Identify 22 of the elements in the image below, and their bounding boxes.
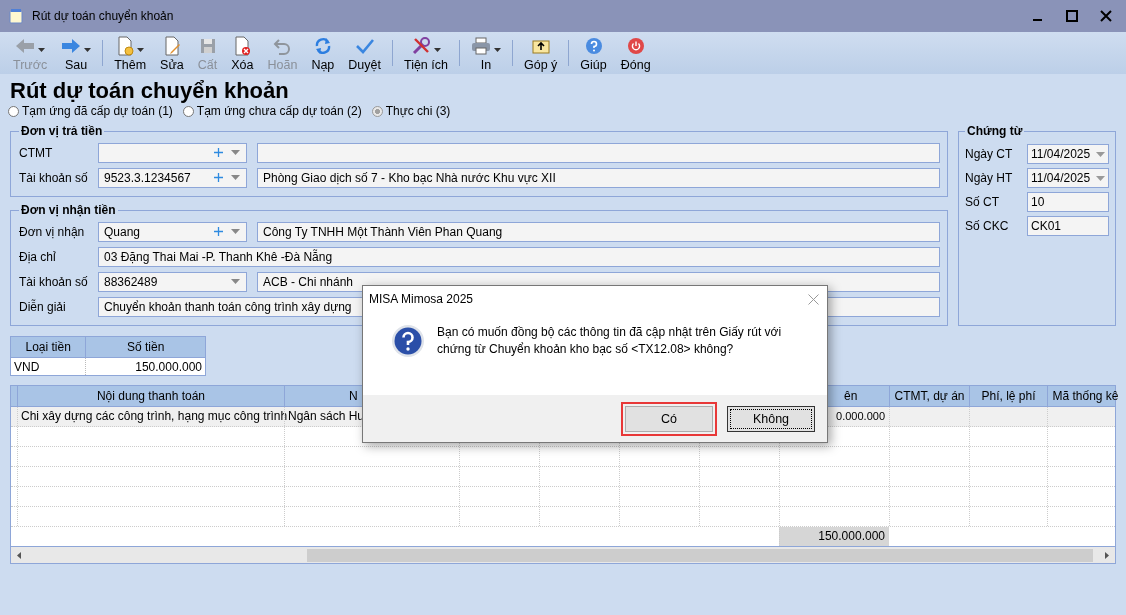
dialog-message: Bạn có muốn đồng bộ các thông tin đã cập nhật trên Giấy rút với chứng từ Chuyển khoản kho bạc số <TX12.08> không? xyxy=(437,324,783,358)
field-label: Ngày CT xyxy=(965,147,1014,161)
dialog-title: MISA Mimosa 2025 xyxy=(369,292,474,306)
field-label: Địa chỉ xyxy=(19,249,57,264)
table-cell: VND xyxy=(10,357,86,376)
total-cell: 150.000.000 xyxy=(779,527,889,546)
field-label: CTMT xyxy=(19,145,54,160)
group-title: Đơn vị trả tiền xyxy=(20,124,104,138)
field-label: Tài khoản số xyxy=(19,274,89,289)
column-header: Loại tiền xyxy=(10,336,86,358)
form-heading: Rút dự toán chuyển khoản xyxy=(10,78,290,104)
group-title: Đơn vị nhận tiền xyxy=(20,203,117,217)
group-title: Chứng từ xyxy=(966,124,1024,138)
field-label: Số CKC xyxy=(965,219,1010,233)
field-label: Đơn vị nhận xyxy=(19,224,86,239)
field-label: Tài khoản số xyxy=(19,170,89,185)
field-label: Diễn giải xyxy=(19,299,67,314)
field-label: Ngày HT xyxy=(965,171,1014,185)
column-header: Số tiền xyxy=(85,336,206,358)
window-title: Rút dự toán chuyển khoản xyxy=(32,9,175,23)
field-label: Số CT xyxy=(965,195,1000,209)
table-cell: 150.000.000 xyxy=(85,357,206,376)
